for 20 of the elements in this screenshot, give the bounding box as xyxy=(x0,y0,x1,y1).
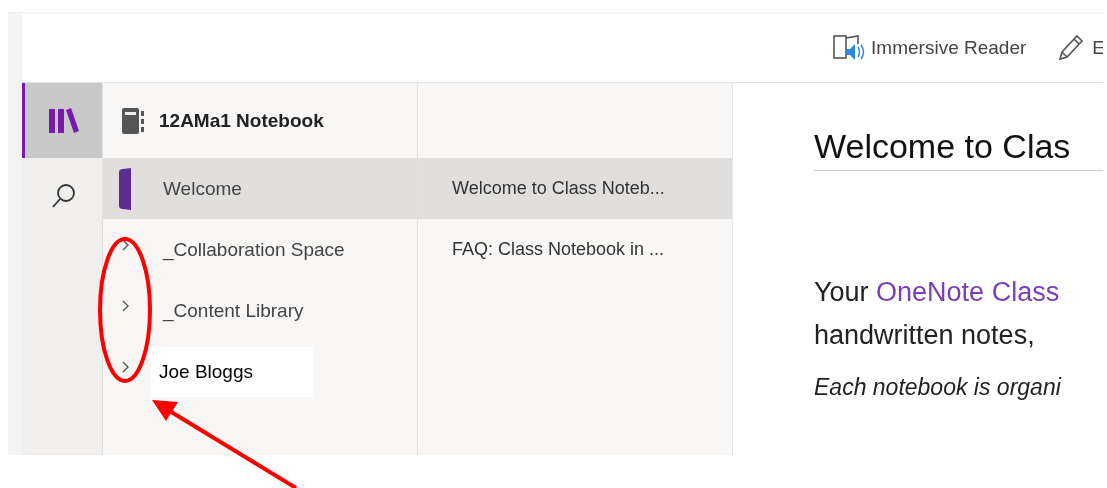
section-tab-icon xyxy=(117,167,131,210)
page-item[interactable]: Welcome to Class Noteb... xyxy=(418,158,732,219)
rail-button[interactable] xyxy=(22,83,102,158)
page-title: Welcome to Clas xyxy=(814,127,1103,171)
section-item[interactable]: _Collaboration Space xyxy=(103,219,417,280)
chevron-icon xyxy=(121,300,131,312)
section-item[interactable]: Welcome xyxy=(103,158,417,219)
section-item[interactable]: _Content Library xyxy=(103,280,417,341)
paragraph: Each notebook is organi xyxy=(814,373,1063,403)
chevron-icon xyxy=(121,361,131,373)
search-icon xyxy=(50,182,77,209)
page-item[interactable]: FAQ: Class Notebook in ... xyxy=(418,219,732,280)
chevron-icon xyxy=(121,239,131,251)
library-icon xyxy=(47,105,80,136)
section-item[interactable]: Joe Bloggs xyxy=(103,341,417,402)
notebook-icon xyxy=(121,106,145,135)
notebook-title: 12AMa1 Notebook xyxy=(159,109,324,132)
toolbar-button[interactable]: Immersive Reader xyxy=(833,32,1027,63)
paragraph: Your OneNote Class handwritten notes, xyxy=(814,276,1061,353)
onenote-link[interactable]: OneNote Class xyxy=(876,277,1060,307)
